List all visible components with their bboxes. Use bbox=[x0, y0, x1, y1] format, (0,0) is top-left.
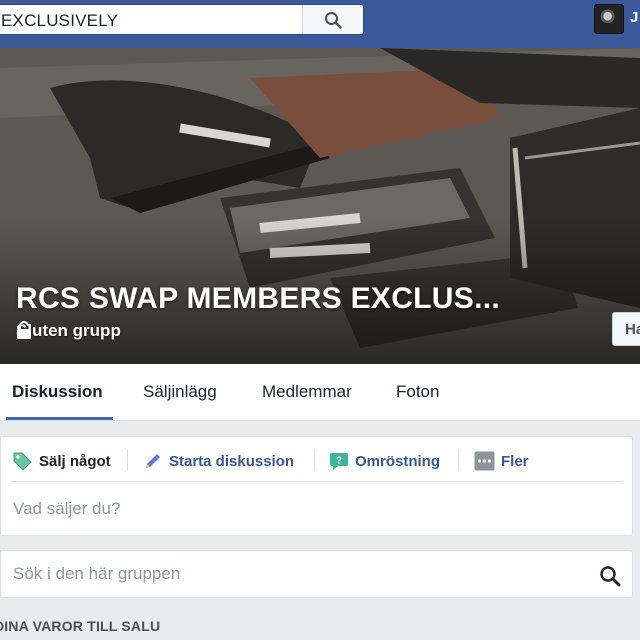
start-discussion-button[interactable]: Starta diskussion bbox=[143, 451, 294, 471]
profile-name[interactable]: J bbox=[630, 9, 638, 26]
group-cover-photo: RCS SWAP MEMBERS EXCLUS... Sluten grupp … bbox=[0, 48, 640, 364]
action-separator bbox=[127, 449, 128, 471]
tab-saljinlagg[interactable]: Säljinlägg bbox=[143, 382, 217, 402]
global-search-input[interactable]: EXCLUSIVELY bbox=[1, 11, 118, 31]
active-tab-indicator bbox=[6, 417, 113, 420]
search-icon[interactable] bbox=[599, 565, 621, 587]
global-search-button[interactable] bbox=[302, 5, 363, 34]
global-search-box[interactable]: EXCLUSIVELY bbox=[0, 4, 364, 35]
tab-medlemmar[interactable]: Medlemmar bbox=[262, 382, 352, 402]
tab-diskussion[interactable]: Diskussion bbox=[12, 382, 103, 402]
svg-text:?: ? bbox=[336, 456, 342, 467]
search-icon bbox=[325, 12, 342, 29]
action-separator bbox=[314, 449, 315, 471]
action-separator bbox=[458, 449, 459, 471]
join-group-button[interactable]: Ha bbox=[612, 312, 640, 346]
sell-something-label: Sälj något bbox=[39, 452, 111, 470]
pencil-icon bbox=[146, 454, 160, 468]
more-options-button[interactable]: Fler bbox=[474, 451, 529, 471]
start-discussion-label: Starta diskussion bbox=[169, 452, 295, 470]
lock-open-icon bbox=[17, 321, 31, 339]
composer-divider bbox=[11, 481, 623, 482]
group-tabs: Diskussion Säljinlägg Medlemmar Foton bbox=[0, 364, 640, 421]
poll-label: Omröstning bbox=[355, 452, 440, 470]
composer-input[interactable]: Vad säljer du? bbox=[13, 499, 120, 519]
avatar[interactable] bbox=[594, 4, 624, 34]
sell-something-button[interactable]: Sälj något bbox=[12, 451, 111, 471]
group-title[interactable]: RCS SWAP MEMBERS EXCLUS... bbox=[16, 282, 500, 316]
post-composer: Sälj något Starta diskussion ? Omröstnin… bbox=[0, 436, 633, 536]
tab-foton[interactable]: Foton bbox=[396, 382, 439, 402]
price-tag-icon bbox=[13, 452, 32, 471]
section-heading: DINA VAROR TILL SALU bbox=[0, 618, 161, 634]
top-navigation-bar: EXCLUSIVELY J bbox=[0, 0, 640, 48]
group-search-box[interactable]: Sök i den här gruppen bbox=[0, 550, 633, 598]
group-search-input[interactable]: Sök i den här gruppen bbox=[13, 564, 180, 584]
more-options-label: Fler bbox=[501, 452, 529, 470]
more-icon bbox=[474, 451, 495, 471]
poll-icon: ? bbox=[330, 453, 348, 470]
composer-actions: Sälj något Starta diskussion ? Omröstnin… bbox=[1, 437, 632, 483]
group-privacy: Sluten grupp bbox=[16, 321, 121, 341]
poll-button[interactable]: ? Omröstning bbox=[329, 451, 440, 471]
